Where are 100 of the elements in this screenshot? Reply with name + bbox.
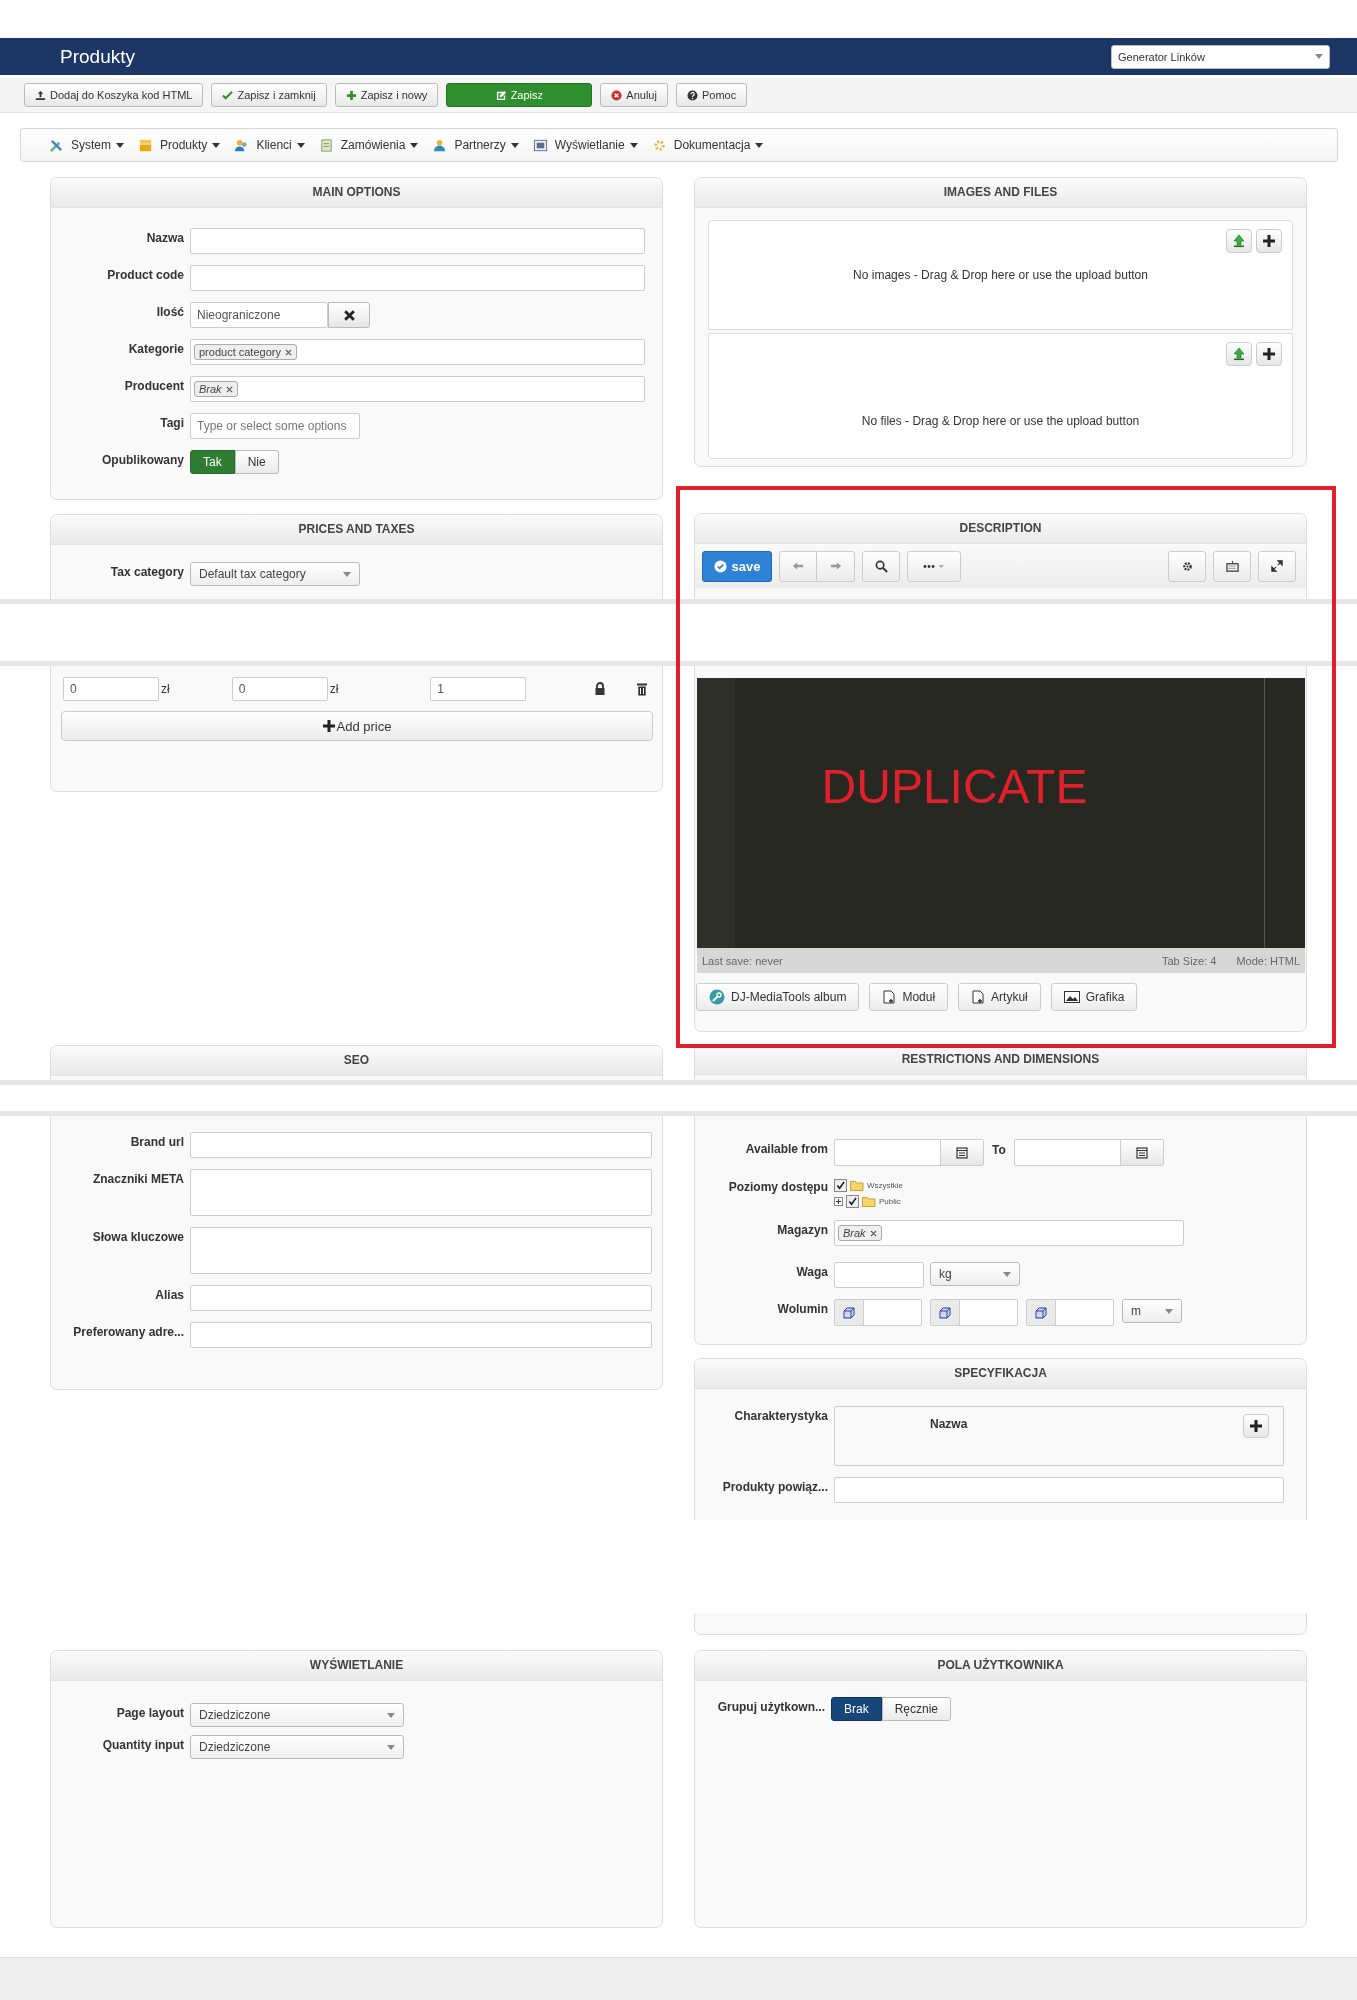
- price-field[interactable]: 0: [231, 677, 328, 701]
- tax-category-select[interactable]: Default tax category: [190, 562, 360, 586]
- insert-button[interactable]: DJ-MediaTools album: [696, 983, 860, 1011]
- unit-select[interactable]: kg: [930, 1262, 1020, 1286]
- add-button[interactable]: [1256, 229, 1282, 253]
- field-label: Produkty powiąz...: [721, 1479, 829, 1496]
- image-icon: [1063, 991, 1080, 1003]
- menu-item[interactable]: Partnerzy: [432, 137, 519, 153]
- toolbar-button[interactable]: Zapisz i nowy: [334, 83, 439, 107]
- tree-label[interactable]: Wszystkie: [867, 1180, 903, 1190]
- add-button[interactable]: [1243, 1414, 1269, 1438]
- drop-zone[interactable]: No files - Drag & Drop here or use the upload button: [708, 333, 1293, 459]
- add-button[interactable]: [1256, 342, 1282, 366]
- expander[interactable]: [834, 1196, 843, 1206]
- search-icon: [874, 559, 888, 573]
- unit-select[interactable]: m: [1122, 1299, 1182, 1323]
- remove-icon[interactable]: [284, 348, 292, 356]
- last-save-text: Last save: never: [702, 954, 783, 967]
- users-icon: [234, 137, 250, 153]
- calendar-icon: [1135, 1146, 1148, 1159]
- field-label: Product code: [106, 267, 185, 284]
- panel-header: POLA UŻYTKOWNIKA: [695, 1651, 1306, 1681]
- field-label: Preferowany adre...: [72, 1324, 185, 1341]
- remove-icon[interactable]: [225, 385, 233, 393]
- clear-button[interactable]: [328, 302, 370, 328]
- menu-label: Partnerzy: [454, 138, 506, 152]
- search-button[interactable]: [862, 550, 900, 582]
- expand-icon: [1271, 560, 1283, 572]
- weight-field[interactable]: [834, 1262, 924, 1288]
- tags-field[interactable]: product category: [190, 339, 645, 365]
- toolbar-button[interactable]: Anuluj: [600, 83, 668, 107]
- menu-label: Dokumentacja: [673, 138, 751, 152]
- drop-zone[interactable]: No images - Drag & Drop here or use the upload button: [708, 220, 1293, 330]
- menu-label: Produkty: [160, 138, 208, 152]
- toggle-option[interactable]: Brak: [831, 1697, 882, 1721]
- add-price-button[interactable]: Add price: [61, 711, 653, 741]
- insert-button[interactable]: Grafika: [1050, 983, 1138, 1011]
- toggle-option[interactable]: Tak: [190, 450, 235, 474]
- caret-icon: [296, 142, 305, 148]
- field-label: Producent: [123, 378, 185, 395]
- dimension-field[interactable]: [834, 1299, 922, 1326]
- text-field[interactable]: [190, 228, 645, 254]
- text-field[interactable]: [190, 1322, 652, 1348]
- tags-field[interactable]: Brak: [834, 1220, 1184, 1246]
- keyboard-button[interactable]: [1213, 550, 1251, 582]
- plus-icon: [345, 89, 357, 101]
- fullscreen-button[interactable]: [1258, 550, 1296, 582]
- checkbox[interactable]: [834, 1178, 847, 1192]
- folder-icon: [862, 1195, 876, 1207]
- dimension-field[interactable]: [1026, 1299, 1114, 1326]
- upload-button[interactable]: [1226, 342, 1252, 366]
- lock-icon[interactable]: [594, 682, 607, 696]
- tags-input[interactable]: Type or select some options: [190, 413, 360, 439]
- date-field[interactable]: [1013, 1139, 1164, 1166]
- toolbar-button[interactable]: Zapisz: [446, 83, 593, 107]
- menu-item[interactable]: Produkty: [138, 137, 221, 153]
- link-generator-select[interactable]: Generator Linków: [1111, 44, 1330, 69]
- trash-icon[interactable]: [636, 682, 649, 696]
- tree-label[interactable]: Public: [879, 1196, 901, 1206]
- toggle-option[interactable]: Nie: [234, 450, 279, 474]
- field-label: Poziomy dostępu: [727, 1179, 829, 1196]
- upload-icon: [35, 89, 46, 101]
- menu-item[interactable]: Dokumentacja: [651, 137, 764, 153]
- menu-item[interactable]: Zamówienia: [318, 137, 419, 153]
- settings-button[interactable]: [1168, 550, 1206, 582]
- dropdown-select[interactable]: Dziedziczone: [190, 1703, 404, 1727]
- save-button[interactable]: save: [702, 550, 772, 582]
- remove-icon[interactable]: [869, 1229, 877, 1237]
- checkbox[interactable]: [846, 1194, 859, 1208]
- drop-hint: No files - Drag & Drop here or use the upload button: [861, 414, 1140, 428]
- quantity-field[interactable]: Nieograniczone: [190, 302, 328, 328]
- toolbar-button[interactable]: Zapisz i zamknij: [211, 83, 327, 107]
- save-icon: [495, 89, 507, 101]
- upload-icon: [1232, 347, 1246, 361]
- menu-item[interactable]: System: [49, 137, 124, 153]
- menu-item[interactable]: Klienci: [234, 137, 305, 153]
- insert-button[interactable]: Moduł: [869, 983, 949, 1011]
- quantity-field[interactable]: 1: [430, 677, 527, 701]
- text-field[interactable]: [190, 1285, 652, 1311]
- menu-item[interactable]: Wyświetlanie: [532, 137, 638, 153]
- cube-icon: [1035, 1306, 1047, 1319]
- field-label: Charakterystyka: [733, 1408, 829, 1425]
- date-field[interactable]: [834, 1139, 984, 1166]
- upload-button[interactable]: [1226, 229, 1252, 253]
- insert-button[interactable]: Artykuł: [958, 983, 1041, 1011]
- toolbar-button[interactable]: Pomoc: [675, 83, 748, 107]
- field-label: Wolumin: [776, 1301, 829, 1318]
- dimension-field[interactable]: [930, 1299, 1018, 1326]
- toolbar-button[interactable]: Dodaj do Koszyka kod HTML: [24, 83, 204, 107]
- dropdown-select[interactable]: Dziedziczone: [190, 1735, 404, 1759]
- text-field[interactable]: [190, 265, 645, 291]
- caret-icon: [410, 142, 419, 148]
- tags-field[interactable]: Brak: [190, 376, 645, 402]
- related-products-field[interactable]: [834, 1477, 1284, 1503]
- plus-icon: [1250, 1420, 1262, 1432]
- toggle-option[interactable]: Ręcznie: [881, 1697, 952, 1721]
- field-label: Znaczniki META: [91, 1171, 185, 1188]
- keyboard-icon: [1225, 559, 1239, 573]
- price-field[interactable]: 0: [63, 677, 159, 701]
- text-field[interactable]: [190, 1132, 652, 1158]
